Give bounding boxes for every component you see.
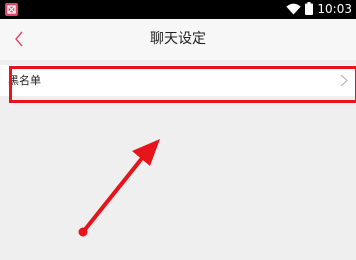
blacklist-item[interactable]: 黑名单 <box>0 65 356 96</box>
blacklist-label: 黑名单 <box>8 74 41 87</box>
chevron-right-icon <box>340 74 348 87</box>
battery-icon <box>305 0 314 19</box>
settings-list: 黑名单 <box>0 60 356 260</box>
page-title: 聊天设定 <box>150 31 206 47</box>
status-bar: 10:03 <box>0 0 356 19</box>
status-time: 10:03 <box>317 2 352 16</box>
nav-bar: 聊天设定 <box>0 19 356 60</box>
notification-app-icon <box>5 3 18 16</box>
status-right: 10:03 <box>286 0 352 19</box>
wifi-icon <box>286 0 302 19</box>
